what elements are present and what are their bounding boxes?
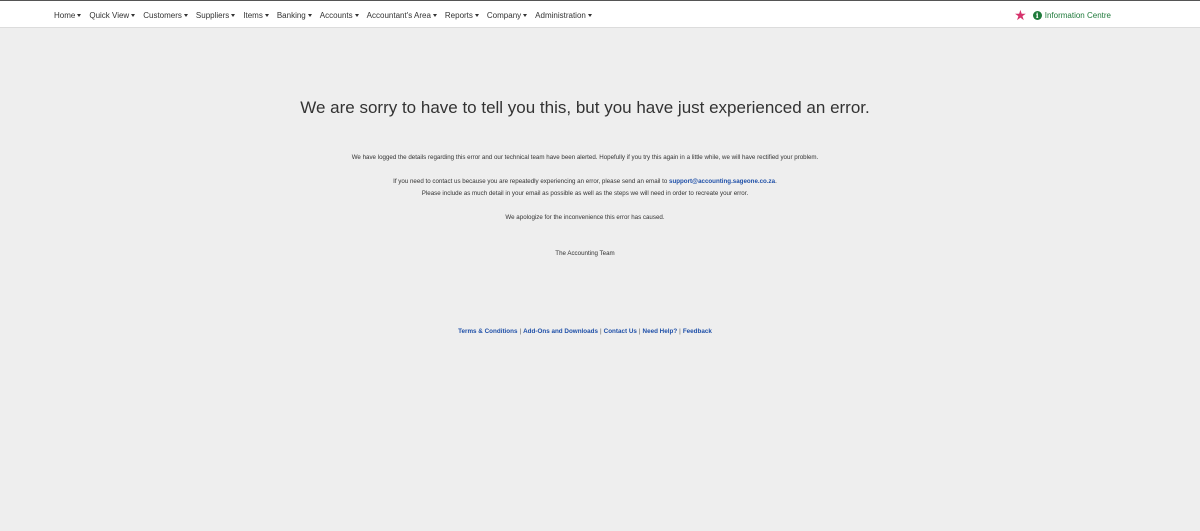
footer-separator: | [638, 328, 641, 335]
footer-separator: | [600, 328, 602, 335]
nav-suppliers[interactable]: Suppliers [195, 10, 236, 20]
caret-down-icon [474, 13, 479, 17]
error-logged-message: We have logged the details regarding thi… [351, 154, 819, 161]
info-icon[interactable]: i [1032, 10, 1042, 20]
nav-accountants-area-label: Accountant's Area [366, 10, 431, 20]
caret-down-icon [587, 13, 592, 17]
nav-reports-label: Reports [444, 10, 473, 20]
nav-customers[interactable]: Customers [143, 11, 188, 20]
nav-home[interactable]: Home [54, 10, 82, 20]
nav-items[interactable]: Items [243, 11, 269, 20]
nav-accountants-area[interactable]: Accountant's Area [367, 11, 437, 20]
nav-customers-label: Customers [143, 10, 182, 20]
nav-accounts-label: Accounts [319, 10, 353, 20]
caret-down-icon [307, 13, 312, 17]
caret-down-icon [354, 13, 359, 17]
nav-company-label: Company [486, 10, 522, 20]
contact-message-prefix: If you need to contact us because you ar… [393, 178, 670, 185]
support-email-link[interactable]: support@accounting.sageone.co.za [669, 178, 775, 185]
information-centre-link[interactable]: Information Centre [1045, 11, 1111, 20]
nav-reports[interactable]: Reports [445, 11, 479, 20]
top-navigation-bar: Home Quick View Customers Suppliers Item… [0, 0, 1200, 28]
contact-message: If you need to contact us because you ar… [0, 176, 1170, 188]
signature: The Accounting Team [555, 250, 615, 257]
nav-quick-view[interactable]: Quick View [89, 10, 136, 20]
caret-down-icon [523, 13, 528, 17]
footer-links: Terms & Conditions | Add-Ons and Downloads… [0, 328, 1170, 335]
addons-link[interactable]: Add-Ons and Downloads [523, 328, 598, 335]
nav-quick-view-label: Quick View [89, 10, 130, 20]
need-help-link[interactable]: Need Help? [643, 328, 678, 335]
caret-down-icon [432, 13, 437, 17]
nav-company[interactable]: Company [486, 10, 528, 20]
apology-message: We apologize for the inconvenience this … [505, 214, 665, 221]
caret-down-icon [231, 13, 236, 17]
terms-link[interactable]: Terms & Conditions [458, 328, 517, 335]
caret-down-icon [264, 13, 269, 17]
detail-request-message: Please include as much detail in your em… [421, 190, 749, 197]
nav-banking[interactable]: Banking [277, 11, 312, 20]
nav-items-label: Items [243, 10, 263, 20]
nav-banking-label: Banking [276, 10, 306, 20]
feedback-link[interactable]: Feedback [683, 328, 712, 335]
caret-down-icon [131, 13, 136, 17]
nav-home-label: Home [54, 10, 76, 20]
error-headline: We are sorry to have to tell you this, b… [300, 98, 870, 117]
caret-down-icon [77, 13, 82, 17]
main-menu: Home Quick View Customers Suppliers Item… [54, 1, 600, 29]
nav-suppliers-label: Suppliers [195, 10, 230, 20]
nav-administration[interactable]: Administration [535, 11, 592, 20]
caret-down-icon [183, 13, 188, 17]
header-tools: ★ i Information Centre [1014, 1, 1111, 29]
nav-accounts[interactable]: Accounts [320, 11, 359, 20]
footer-separator: | [679, 328, 681, 335]
nav-administration-label: Administration [535, 10, 586, 20]
footer-separator: | [519, 328, 522, 335]
contact-us-link[interactable]: Contact Us [604, 328, 637, 335]
favourites-star-icon[interactable]: ★ [1014, 8, 1027, 22]
contact-message-suffix: . [775, 178, 777, 185]
